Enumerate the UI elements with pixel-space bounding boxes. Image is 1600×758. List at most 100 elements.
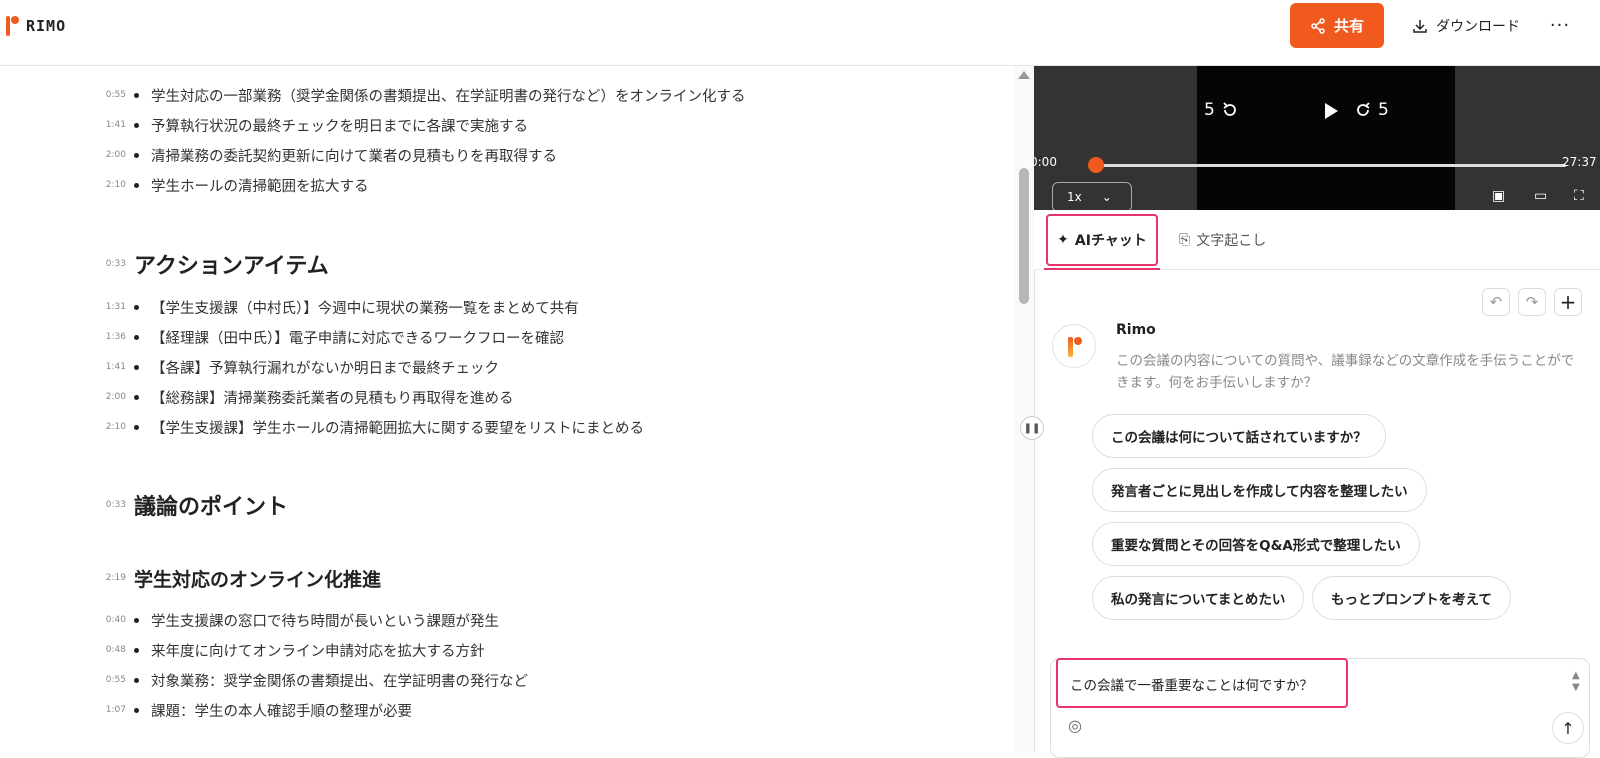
transcript-icon: ⎘ — [1179, 232, 1191, 248]
timestamp[interactable]: 0:40 — [100, 615, 126, 625]
tab-transcript-label: 文字起こし — [1196, 233, 1267, 249]
share-label: 共有 — [1333, 17, 1364, 35]
timestamp[interactable]: 2:00 — [100, 150, 126, 160]
timestamp[interactable]: 1:41 — [100, 120, 126, 130]
item-text: 【総務課】清掃業務委託業者の見積もり再取得を進める — [151, 390, 514, 407]
timestamp[interactable]: 2:10 — [100, 180, 126, 190]
logo-text: RIMO — [26, 17, 67, 35]
plus-icon: + — [1559, 290, 1577, 314]
list-item: 1:07 課題：学生の本人確認手順の整理が必要 — [100, 695, 412, 725]
share-icon — [1311, 17, 1325, 34]
screenshot-icon[interactable]: ▣ — [1492, 188, 1505, 204]
list-item: 1:31 【学生支援課（中村氏）】今週中に現状の業務一覧をまとめて共有 — [100, 292, 579, 322]
bullet — [134, 394, 139, 400]
subtitles-icon[interactable]: ▭ — [1534, 188, 1547, 204]
progress-knob[interactable] — [1088, 157, 1104, 173]
bullet — [134, 122, 139, 128]
tab-ai-chat-label: AIチャット — [1074, 233, 1147, 249]
item-text: 対象業務：奨学金関係の書類提出、在学証明書の発行など — [151, 673, 528, 690]
scroll-thumb[interactable] — [1019, 168, 1029, 304]
heading-discussion-points: 議論のポイント — [134, 495, 289, 520]
forward-label: 5 — [1378, 100, 1389, 120]
rimo-logo[interactable]: RIMO — [6, 14, 66, 38]
list-item: 0:40 学生支援課の窓口で待ち時間が長いという課題が発生 — [100, 605, 499, 635]
timestamp[interactable]: 0:33 — [100, 259, 126, 269]
timestamp[interactable]: 2:19 — [100, 573, 126, 583]
item-text: 【経理課（田中氏）】電子申請に対応できるワークフローを確認 — [151, 330, 564, 347]
rewind-icon — [1223, 102, 1236, 116]
input-resize-icon[interactable]: ▲ ▼ — [1572, 670, 1580, 694]
item-text: 課題：学生の本人確認手順の整理が必要 — [151, 703, 412, 720]
timestamp[interactable]: 0:55 — [100, 675, 126, 685]
send-button[interactable]: ↑ — [1552, 712, 1584, 744]
fullscreen-icon[interactable]: ⛶ — [1574, 188, 1584, 204]
suggestion-chip[interactable]: 重要な質問とその回答をQ&A形式で整理したい — [1092, 522, 1420, 566]
forward-button[interactable]: 5 — [1354, 100, 1389, 120]
new-chat-button[interactable]: + — [1554, 288, 1582, 316]
suggestion-chip[interactable]: 私の発言についてまとめたい — [1092, 576, 1305, 620]
item-text: 学生対応の一部業務（奨学金関係の書類提出、在学証明書の発行など）をオンライン化す… — [151, 88, 746, 105]
bullet — [134, 152, 139, 158]
timestamp[interactable]: 1:41 — [100, 362, 126, 372]
bullet — [134, 677, 139, 683]
timestamp[interactable]: 1:31 — [100, 302, 126, 312]
scroll-up-icon[interactable] — [1018, 71, 1030, 79]
bullet — [134, 334, 139, 340]
suggestion-chip[interactable]: この会議は何について話されていますか？ — [1092, 414, 1386, 458]
tab-transcript[interactable]: ⎘ 文字起こし — [1179, 210, 1266, 270]
redo-icon: ↷ — [1525, 293, 1539, 311]
bullet — [134, 617, 139, 623]
magic-wand-icon: ✦ — [1057, 232, 1069, 248]
rewind-label: 5 — [1204, 100, 1215, 120]
download-button[interactable]: ダウンロード — [1412, 3, 1520, 48]
speed-value: 1x — [1067, 190, 1082, 204]
app-header: RIMO 共有 ダウンロード ··· — [0, 0, 1600, 66]
redo-button[interactable]: ↷ — [1518, 288, 1546, 316]
timestamp[interactable]: 0:33 — [100, 500, 126, 510]
list-item: 1:41 【各課】予算執行漏れがないか明日まで最終チェック — [100, 352, 499, 382]
bullet — [134, 182, 139, 188]
tab-ai-chat[interactable]: ✦ AIチャット — [1046, 214, 1158, 266]
playback-speed-select[interactable]: 1x ⌄ — [1052, 182, 1132, 212]
logo-icon — [6, 14, 20, 38]
active-tab-indicator — [1044, 268, 1160, 270]
bot-name: Rimo — [1116, 322, 1156, 338]
chat-input[interactable]: この会議で一番重要なことは何ですか？ — [1070, 674, 1313, 694]
more-options-button[interactable]: ··· — [1548, 10, 1572, 40]
download-icon — [1413, 19, 1427, 33]
bullet — [134, 424, 139, 430]
undo-icon: ↶ — [1489, 293, 1503, 311]
section-heading: 0:33 アクションアイテム — [100, 246, 329, 282]
suggestion-chip[interactable]: もっとプロンプトを考えて — [1312, 576, 1511, 620]
duration: 27:37 — [1562, 155, 1597, 169]
list-item: 1:41 予算執行状況の最終チェックを明日までに各課で実施する — [100, 110, 528, 140]
bullet — [134, 304, 139, 310]
play-button[interactable] — [1325, 103, 1338, 119]
suggestion-chip[interactable]: 発言者ごとに見出しを作成して内容を整理したい — [1092, 468, 1427, 512]
list-item: 2:00 清掃業務の委託契約更新に向けて業者の見積もりを再取得する — [100, 140, 557, 170]
timestamp[interactable]: 1:07 — [100, 705, 126, 715]
item-text: 予算執行状況の最終チェックを明日までに各課で実施する — [151, 118, 528, 135]
heading-action-items: アクションアイテム — [134, 254, 329, 279]
item-text: 学生支援課の窓口で待ち時間が長いという課題が発生 — [151, 613, 499, 630]
timestamp[interactable]: 1:36 — [100, 332, 126, 342]
list-item: 0:55 対象業務：奨学金関係の書類提出、在学証明書の発行など — [100, 665, 528, 695]
progress-track[interactable] — [1096, 164, 1566, 167]
globe-icon[interactable]: ◎ — [1068, 716, 1082, 735]
current-time: 0:00 — [1030, 155, 1057, 169]
timestamp[interactable]: 2:10 — [100, 422, 126, 432]
timestamp[interactable]: 0:55 — [100, 90, 126, 100]
item-text: 学生ホールの清掃範囲を拡大する — [151, 178, 369, 195]
arrow-up-icon: ↑ — [1561, 718, 1575, 738]
share-button[interactable]: 共有 — [1290, 3, 1384, 48]
timestamp[interactable]: 2:00 — [100, 392, 126, 402]
video-player[interactable]: 5 5 0:00 27:37 1x ⌄ ▣ ▭ ⛶ — [1030, 66, 1600, 212]
rewind-button[interactable]: 5 — [1204, 100, 1239, 120]
heading-online: 学生対応のオンライン化推進 — [134, 568, 382, 591]
video-frame — [1197, 66, 1455, 210]
list-item: 2:10 学生ホールの清掃範囲を拡大する — [100, 170, 369, 200]
chevron-down-icon: ⌄ — [1101, 190, 1112, 204]
timestamp[interactable]: 0:48 — [100, 645, 126, 655]
bullet — [134, 92, 139, 98]
undo-button[interactable]: ↶ — [1482, 288, 1510, 316]
